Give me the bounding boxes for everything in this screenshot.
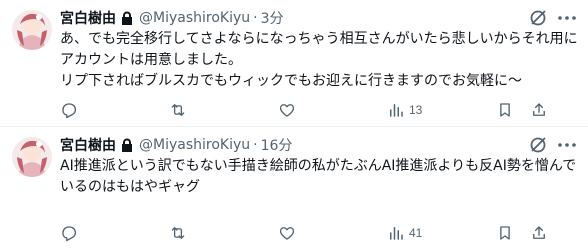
more-icon[interactable] [556,8,578,28]
grok-icon[interactable] [528,135,548,155]
user-handle[interactable]: @MiyashiroKiyu [139,10,250,26]
tweet-header: 宮白樹由 @MiyashiroKiyu · 3分 [60,8,284,28]
bookmark-button[interactable] [496,221,514,245]
tweet-text: あ、でも完全移行してさよならになっちゃう相互さんがいたら悲しいからそれ用にアカウ… [60,31,578,89]
tweet-actions: 41 [60,221,582,245]
like-button[interactable] [278,221,296,245]
views-count: 13 [409,103,423,117]
timestamp[interactable]: 16分 [261,135,293,155]
bookmark-button[interactable] [496,98,514,122]
tweet-header: 宮白樹由 @MiyashiroKiyu · 16分 [60,135,292,155]
avatar[interactable] [12,10,52,50]
timestamp[interactable]: 3分 [261,8,284,28]
reply-icon [62,226,77,242]
tweet-text: AI推進派という訳でもない手描き絵師の私がたぶんAI推進派よりも反AI勢を憎んで… [60,158,577,195]
share-button[interactable] [530,98,548,122]
retweet-button[interactable] [169,221,187,245]
avatar[interactable] [12,137,52,177]
tweet-actions: 13 [60,98,582,122]
retweet-button[interactable] [169,98,187,122]
share-button[interactable] [530,221,548,245]
lock-icon [120,11,134,26]
retweet-icon [171,227,185,239]
user-handle[interactable]: @MiyashiroKiyu [139,137,250,153]
bookmark-icon [500,103,510,117]
lock-icon [120,138,134,153]
views-button[interactable]: 41 [387,221,422,245]
share-icon [533,226,545,239]
views-button[interactable]: 13 [387,98,422,122]
like-button[interactable] [278,98,296,122]
display-name[interactable]: 宮白樹由 [60,135,116,155]
display-name[interactable]: 宮白樹由 [60,8,116,28]
more-icon[interactable] [556,135,578,155]
views-icon [390,227,403,240]
tweet[interactable]: 宮白樹由 @MiyashiroKiyu · 3分 あ、でも完全移行してさよならに… [0,0,588,127]
share-icon [533,103,545,116]
reply-button[interactable] [60,98,78,122]
grok-icon[interactable] [528,8,548,28]
views-count: 41 [409,226,423,240]
separator: · [253,137,258,153]
bookmark-icon [500,226,510,240]
retweet-icon [171,104,185,116]
reply-icon [62,103,77,119]
views-icon [390,104,403,117]
separator: · [253,10,258,26]
tweet[interactable]: 宮白樹由 @MiyashiroKiyu · 16分 AI推進派という訳でもない手… [0,127,588,250]
reply-button[interactable] [60,221,78,245]
like-icon [279,227,295,240]
like-icon [279,104,295,117]
